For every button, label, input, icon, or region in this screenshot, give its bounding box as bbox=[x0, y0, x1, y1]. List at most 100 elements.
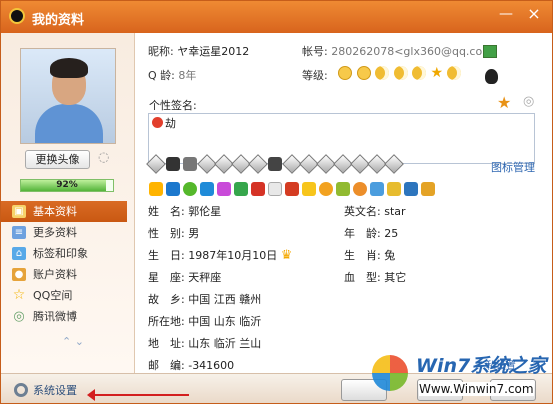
sidebar-scroll-arrows[interactable]: ⌃ ⌄ bbox=[62, 336, 84, 347]
sun-level-icon bbox=[338, 66, 352, 80]
qzone-icon bbox=[166, 182, 180, 196]
left-profile-panel: 更换头像 ◌ 92% ▣ 基本资料 ≡ 更多资料 ⌂ 标签和印象 ● 账户资料 bbox=[1, 33, 135, 373]
star-icon bbox=[149, 182, 163, 196]
watermark-main-text: Win7系统之家 bbox=[416, 355, 547, 377]
system-settings-link[interactable]: 系统设置 bbox=[14, 382, 77, 398]
help-icon[interactable]: ◎ bbox=[523, 94, 537, 109]
camera-icon[interactable]: ◌ bbox=[98, 150, 113, 165]
blood-type-value: 其它 bbox=[384, 271, 407, 284]
constellation-row: 星 座: 天秤座 bbox=[148, 269, 221, 287]
qq-penguin-icon[interactable] bbox=[485, 69, 498, 84]
mail-icon[interactable] bbox=[483, 45, 497, 58]
tag-icon: ⌂ bbox=[12, 247, 26, 260]
address-value: 山东 临沂 兰山 bbox=[188, 337, 262, 350]
signature-avatar-icon bbox=[152, 117, 163, 128]
crown-icon: ♛ bbox=[280, 248, 293, 263]
star-icon[interactable]: ★ bbox=[497, 93, 513, 112]
profile-sidebar-nav: ▣ 基本资料 ≡ 更多资料 ⌂ 标签和印象 ● 账户资料 ☆ QQ空间 ◎ 腾讯… bbox=[1, 201, 135, 327]
address-row: 地 址: 山东 临沂 兰山 bbox=[148, 335, 261, 353]
signature-text: 劫 bbox=[165, 117, 176, 130]
coin-icon bbox=[302, 182, 316, 196]
penguin-icon bbox=[166, 157, 180, 171]
star-level-icon: ★ bbox=[430, 65, 444, 81]
sidebar-item-account[interactable]: ● 账户资料 bbox=[1, 264, 135, 285]
postal-code-label: 邮 编: bbox=[148, 359, 185, 372]
diamond-icon bbox=[384, 154, 404, 174]
moon-level-icon bbox=[412, 66, 426, 80]
english-name-row: 英文名: star bbox=[344, 203, 406, 221]
name-label: 姓 名: bbox=[148, 205, 185, 218]
diamond-icon bbox=[146, 154, 166, 174]
avatar-body-image bbox=[35, 104, 103, 143]
win7-watermark: Win7系统之家 Www.Winwin7.com bbox=[371, 343, 552, 403]
sidebar-item-label: 基本资料 bbox=[33, 205, 77, 218]
close-button[interactable]: × bbox=[522, 5, 546, 25]
hometown-row: 故 乡: 中国 江西 赣州 bbox=[148, 291, 261, 309]
sidebar-item-label: 账户资料 bbox=[33, 268, 77, 281]
postal-code-value: -341600 bbox=[188, 359, 235, 372]
clover-icon bbox=[234, 182, 248, 196]
globe-icon bbox=[353, 182, 367, 196]
my-profile-window: 我的资料 — × 更换头像 ◌ 92% ▣ 基本资料 ≡ 更多资料 ⌂ 标签和印… bbox=[0, 0, 553, 404]
microblog-icon: ◎ bbox=[13, 309, 25, 324]
address-label: 地 址: bbox=[148, 337, 185, 350]
device-icon bbox=[404, 182, 418, 196]
change-avatar-button[interactable]: 更换头像 bbox=[25, 150, 90, 169]
account-label: 帐号: bbox=[302, 45, 328, 58]
sidebar-item-basic-profile[interactable]: ▣ 基本资料 bbox=[1, 201, 127, 222]
birthday-value: 1987年10月10日 bbox=[188, 249, 278, 262]
nickname-label: 昵称: bbox=[148, 45, 174, 58]
minimize-button[interactable]: — bbox=[494, 5, 518, 25]
moon-level-icon bbox=[446, 66, 461, 80]
sidebar-item-label: 腾讯微博 bbox=[33, 310, 77, 323]
diamond-icon bbox=[248, 154, 268, 174]
nickname-value: ヤ幸运星2012 bbox=[177, 45, 250, 58]
zodiac-row: 生 肖: 兔 bbox=[344, 247, 395, 265]
qq-age-row: Q 龄: 8年 bbox=[148, 67, 196, 85]
name-row: 姓 名: 郭伦星 bbox=[148, 203, 221, 221]
chat-icon bbox=[183, 182, 197, 196]
sidebar-item-more-profile[interactable]: ≡ 更多资料 bbox=[1, 222, 135, 243]
avatar-hair-image bbox=[50, 58, 88, 78]
english-name-label: 英文名: bbox=[344, 205, 381, 218]
gear-icon bbox=[14, 383, 28, 397]
location-label: 所在地: bbox=[148, 315, 185, 328]
sidebar-item-tencent-microblog[interactable]: ◎ 腾讯微博 bbox=[1, 306, 135, 327]
gift-icon bbox=[251, 182, 265, 196]
hometown-value: 中国 江西 赣州 bbox=[188, 293, 262, 306]
sun-level-icon bbox=[356, 66, 371, 80]
sidebar-item-label: QQ空间 bbox=[33, 289, 73, 302]
location-value: 中国 山东 临沂 bbox=[188, 315, 262, 328]
sidebar-item-qzone[interactable]: ☆ QQ空间 bbox=[1, 285, 135, 306]
qq-age-value: 8年 bbox=[178, 69, 197, 82]
profile-completion-progress: 92% bbox=[20, 179, 114, 192]
level-badges: ★ bbox=[338, 65, 462, 81]
age-row: 年 龄: 25 bbox=[344, 225, 398, 243]
video-icon bbox=[285, 182, 299, 196]
progress-label: 92% bbox=[56, 180, 78, 190]
avatar[interactable] bbox=[20, 48, 116, 144]
sidebar-item-tags[interactable]: ⌂ 标签和印象 bbox=[1, 243, 135, 264]
blood-type-row: 血 型: 其它 bbox=[344, 269, 406, 287]
windows-logo-icon bbox=[372, 355, 408, 391]
gender-value: 男 bbox=[188, 227, 200, 240]
document-icon: ≡ bbox=[12, 226, 26, 239]
game-icon bbox=[268, 157, 282, 171]
age-value: 25 bbox=[384, 227, 399, 240]
qq-penguin-icon bbox=[9, 8, 25, 24]
phone-icon bbox=[183, 157, 197, 171]
icon-management-link[interactable]: 图标管理 bbox=[491, 159, 535, 175]
sidebar-item-label: 标签和印象 bbox=[33, 247, 88, 260]
birthday-row: 生 日: 1987年10月10日 ♛ bbox=[148, 247, 292, 265]
birthday-label: 生 日: bbox=[148, 249, 185, 262]
blood-type-label: 血 型: bbox=[344, 271, 381, 284]
level-label: 等级: bbox=[302, 69, 328, 82]
profile-details-panel: 昵称: ヤ幸运星2012 帐号: 280262078<glx360@qq.co … bbox=[135, 33, 552, 373]
shell-icon bbox=[421, 182, 435, 196]
sidebar-item-label: 更多资料 bbox=[33, 226, 77, 239]
star-icon: ☆ bbox=[12, 287, 26, 303]
gender-label: 性 别: bbox=[148, 227, 185, 240]
account-value: 280262078<glx360@qq.co bbox=[331, 45, 483, 58]
service-icon-row bbox=[149, 182, 435, 199]
window-title: 我的资料 bbox=[32, 13, 85, 28]
